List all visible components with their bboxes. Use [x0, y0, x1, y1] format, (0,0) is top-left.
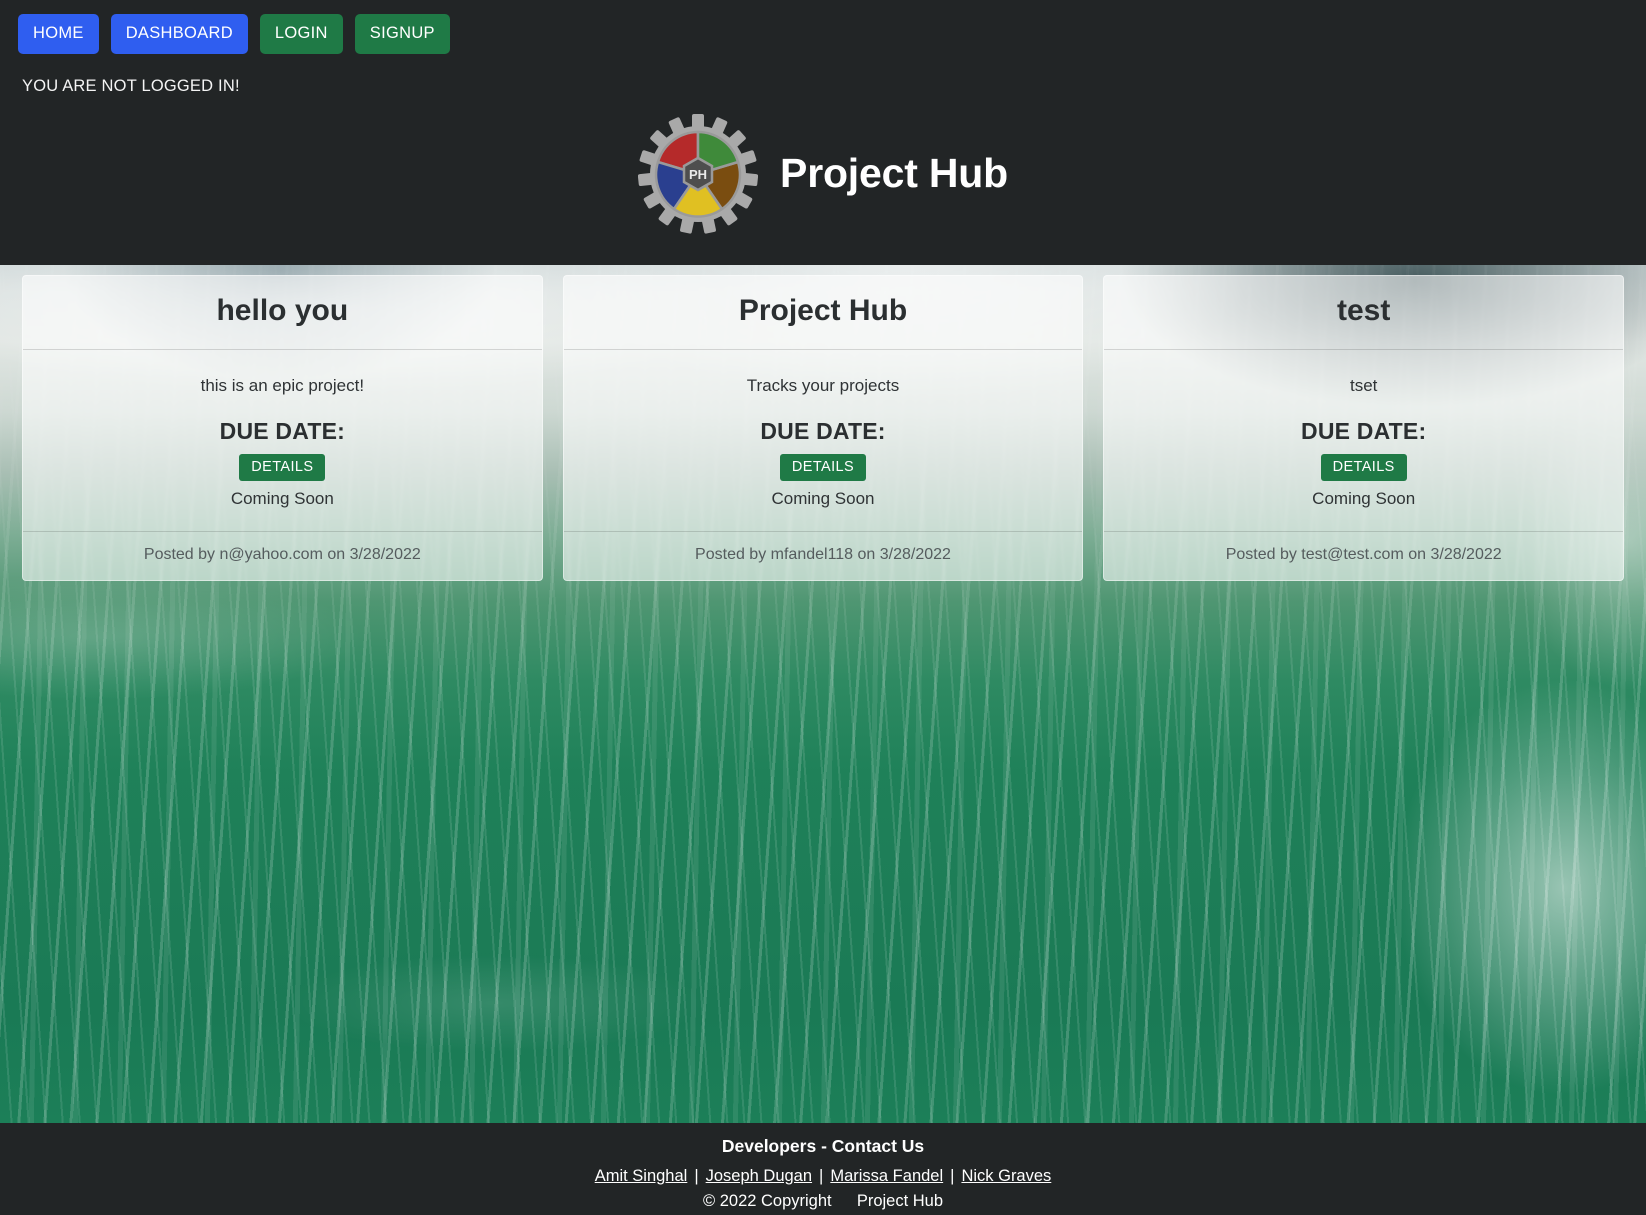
project-details-button[interactable]: DETAILS — [1320, 453, 1407, 481]
due-date-label: DUE DATE: — [219, 417, 345, 444]
site-title: Project Hub — [780, 150, 1008, 196]
footer-heading: Developers - Contact Us — [721, 1136, 925, 1156]
copyright-line: © 2022 Copyright Project Hub — [703, 1192, 943, 1211]
copyright-text: © 2022 Copyright — [702, 1192, 832, 1210]
developer-links: Amit Singhal | Joseph Dugan | Marissa Fa… — [595, 1167, 1052, 1186]
card-header: Project Hub — [563, 276, 1083, 350]
nav-signup-button[interactable]: SIGNUP — [354, 14, 450, 54]
coming-soon-text: Coming Soon — [230, 489, 334, 508]
link-separator: | — [950, 1167, 955, 1185]
developer-link-joseph-dugan[interactable]: Joseph Dugan — [706, 1167, 812, 1186]
project-card: Project Hub Tracks your projects DUE DAT… — [562, 275, 1084, 581]
project-description: this is an epic project! — [200, 375, 365, 395]
nav-dashboard-button[interactable]: DASHBOARD — [110, 14, 248, 54]
card-body: Tracks your projects DUE DATE: DETAILS C… — [564, 350, 1083, 532]
due-date-label: DUE DATE: — [1301, 417, 1427, 444]
project-title: Project Hub — [738, 294, 908, 327]
site-header: HOME DASHBOARD LOGIN SIGNUP YOU ARE NOT … — [0, 0, 1646, 265]
project-card-list: hello you this is an epic project! DUE D… — [0, 275, 1646, 581]
nav-home-button[interactable]: HOME — [18, 14, 99, 54]
developer-link-nick-graves[interactable]: Nick Graves — [961, 1167, 1051, 1186]
logo-center-label: PH — [689, 167, 707, 182]
project-title: test — [1337, 294, 1391, 327]
project-details-button[interactable]: DETAILS — [239, 453, 326, 481]
project-details-button[interactable]: DETAILS — [779, 453, 867, 481]
project-title: hello you — [216, 294, 349, 327]
site-footer: Developers - Contact Us Amit Singhal | J… — [0, 1123, 1646, 1215]
project-posted-by: Posted by n@yahoo.com on 3/28/2022 — [23, 531, 542, 580]
project-posted-by: Posted by mfandel118 on 3/28/2022 — [563, 531, 1083, 580]
coming-soon-text: Coming Soon — [771, 489, 875, 508]
copyright-site-name: Project Hub — [856, 1192, 944, 1210]
card-body: this is an epic project! DUE DATE: DETAI… — [23, 350, 542, 532]
primary-nav: HOME DASHBOARD LOGIN SIGNUP — [0, 0, 1646, 54]
brand-banner: PH Project Hub — [0, 113, 1646, 234]
coming-soon-text: Coming Soon — [1312, 489, 1416, 508]
card-header: test — [1104, 276, 1624, 350]
project-description: Tracks your projects — [746, 375, 900, 395]
project-posted-by: Posted by test@test.com on 3/28/2022 — [1104, 531, 1624, 580]
link-separator: | — [819, 1167, 824, 1185]
card-header: hello you — [23, 276, 542, 350]
nav-login-button[interactable]: LOGIN — [259, 14, 343, 54]
project-card: test tset DUE DATE: DETAILS Coming Soon … — [1103, 275, 1625, 581]
developer-link-marissa-fandel[interactable]: Marissa Fandel — [830, 1167, 943, 1186]
login-status-text: YOU ARE NOT LOGGED IN! — [22, 76, 240, 95]
page-root: HOME DASHBOARD LOGIN SIGNUP YOU ARE NOT … — [0, 0, 1646, 1215]
card-body: tset DUE DATE: DETAILS Coming Soon — [1104, 350, 1623, 532]
link-separator: | — [694, 1167, 699, 1185]
project-description: tset — [1349, 375, 1378, 395]
project-card: hello you this is an epic project! DUE D… — [22, 275, 543, 581]
due-date-label: DUE DATE: — [760, 417, 886, 444]
gear-logo-icon: PH — [638, 113, 759, 234]
developer-link-amit-singhal[interactable]: Amit Singhal — [595, 1167, 688, 1186]
